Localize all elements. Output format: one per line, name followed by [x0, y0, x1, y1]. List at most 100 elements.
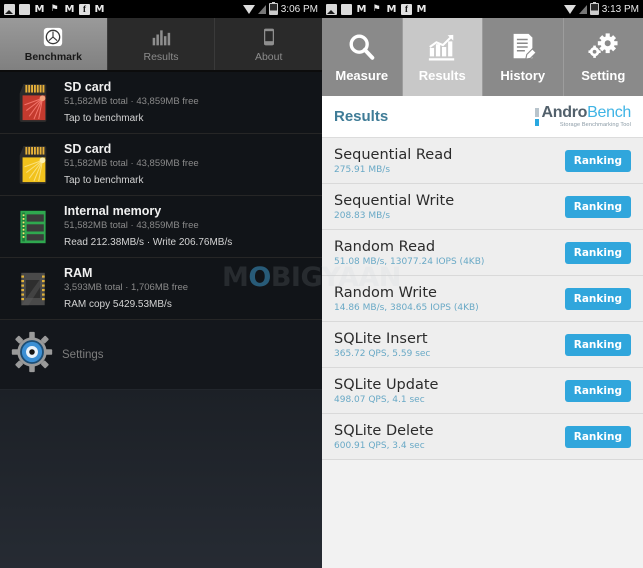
result-info: Sequential Read 275.91 MB/s	[334, 147, 452, 175]
list-item-action: Tap to benchmark	[64, 175, 144, 186]
list-item-action: Read 212.38MB/s · Write 206.76MB/s	[64, 237, 233, 248]
facebook-icon: f	[79, 3, 90, 15]
table-row: Random Write 14.86 MB/s, 3804.65 IOPS (4…	[322, 276, 643, 322]
m-icon: M	[386, 3, 397, 15]
table-row: Random Read 51.08 MB/s, 13077.24 IOPS (4…	[322, 230, 643, 276]
ranking-button[interactable]: Ranking	[564, 287, 631, 310]
logo-andro: Andro	[541, 103, 588, 121]
signal-icon	[257, 4, 266, 14]
right-phone-panel: M ⚑ M f M 3:13 PM Measure Results Histor…	[322, 0, 643, 568]
right-status-icons: M ⚑ M f M	[326, 3, 564, 15]
result-value: 498.07 QPS, 4.1 sec	[334, 394, 425, 405]
ranking-button[interactable]: Ranking	[564, 333, 631, 356]
left-status-indicators: 3:06 PM	[242, 2, 318, 15]
tab-benchmark-label: Benchmark	[24, 50, 82, 63]
ranking-button[interactable]: Ranking	[564, 241, 631, 264]
logo-bar-blue	[534, 118, 539, 126]
chart-growth-icon	[425, 31, 459, 63]
status-time: 3:06 PM	[280, 3, 318, 15]
nav-item-history-label: History	[500, 68, 546, 83]
result-value: 51.08 MB/s, 13077.24 IOPS (4KB)	[334, 256, 485, 267]
list-item-text: SD card 51,582MB total · 43,859MB free T…	[64, 142, 199, 187]
wifi-icon	[563, 4, 576, 14]
list-item[interactable]: Internal memory 51,582MB total · 43,859M…	[0, 196, 322, 258]
table-row: Sequential Read 275.91 MB/s Ranking	[322, 138, 643, 184]
flag-icon: ⚑	[50, 3, 59, 14]
table-row: SQLite Update 498.07 QPS, 4.1 sec Rankin…	[322, 368, 643, 414]
m-icon: M	[34, 3, 45, 15]
gear-eye-icon	[10, 330, 54, 379]
list-item-subtitle: 51,582MB total · 43,859MB free	[64, 158, 199, 169]
list-item-title: RAM	[64, 266, 93, 280]
bar-chart-icon	[150, 26, 172, 48]
sdcard-red-icon	[10, 79, 56, 127]
tab-results[interactable]: Results	[107, 18, 216, 70]
result-info: SQLite Delete 600.91 QPS, 3.4 sec	[334, 423, 434, 451]
left-tab-bar: Benchmark Results About	[0, 18, 323, 72]
ranking-button[interactable]: Ranking	[564, 195, 631, 218]
result-info: Random Write 14.86 MB/s, 3804.65 IOPS (4…	[334, 285, 479, 313]
result-info: SQLite Insert 365.72 QPS, 5.59 sec	[334, 331, 430, 359]
list-item-text: RAM 3,593MB total · 1,706MB free RAM cop…	[64, 266, 188, 311]
phone-icon	[258, 26, 280, 48]
ranking-button[interactable]: Ranking	[564, 379, 631, 402]
list-item[interactable]: RAM 3,593MB total · 1,706MB free RAM cop…	[0, 258, 322, 320]
document-pen-icon	[506, 31, 540, 63]
table-row: SQLite Insert 365.72 QPS, 5.59 sec Ranki…	[322, 322, 643, 368]
blank-square-icon	[341, 3, 352, 15]
settings-label: Settings	[62, 348, 104, 361]
nav-item-history[interactable]: History	[483, 18, 564, 96]
dual-phone-screenshot: M ⚑ M f M 3:06 PM Benchmark Results Abou…	[0, 0, 643, 568]
results-list: Sequential Read 275.91 MB/s Ranking Sequ…	[322, 138, 643, 568]
table-row: SQLite Delete 600.91 QPS, 3.4 sec Rankin…	[322, 414, 643, 460]
wifi-icon	[242, 4, 255, 14]
list-item-title: SD card	[64, 80, 112, 94]
left-status-icons: M ⚑ M f M	[4, 3, 243, 15]
result-name: Sequential Write	[334, 192, 455, 209]
list-item[interactable]: SD card 51,582MB total · 43,859MB free T…	[0, 72, 322, 134]
gauge-icon	[42, 26, 64, 48]
ranking-button[interactable]: Ranking	[564, 425, 631, 448]
result-value: 600.91 QPS, 3.4 sec	[334, 440, 425, 451]
ram-chip-icon	[10, 265, 56, 313]
nav-item-setting[interactable]: Setting	[563, 18, 643, 96]
ranking-button[interactable]: Ranking	[564, 149, 631, 172]
battery-icon	[589, 2, 599, 15]
result-info: Sequential Write 208.83 MB/s	[334, 193, 454, 221]
result-value: 208.83 MB/s	[334, 210, 391, 221]
nav-item-measure-label: Measure	[335, 68, 389, 83]
tab-about-label: About	[254, 50, 283, 63]
right-nav-bar: Measure Results History Setting	[322, 18, 643, 96]
logo-tagline: Storage Benchmarking Tool	[559, 121, 631, 128]
settings-row[interactable]: Settings	[0, 320, 322, 390]
m-icon: M	[416, 3, 427, 15]
list-item-text: Internal memory 51,582MB total · 43,859M…	[64, 204, 232, 249]
logo-bench: Bench	[587, 103, 631, 121]
list-item-text: SD card 51,582MB total · 43,859MB free T…	[64, 80, 199, 125]
list-item-subtitle: 3,593MB total · 1,706MB free	[64, 282, 189, 293]
list-item-action: RAM copy 5429.53MB/s	[64, 299, 172, 310]
signal-icon	[578, 4, 587, 14]
result-name: Sequential Read	[334, 146, 453, 163]
logo-bars-icon	[534, 107, 539, 126]
m-icon: M	[64, 3, 75, 15]
sdcard-yellow-icon	[10, 141, 56, 189]
tab-results-label: Results	[143, 50, 179, 63]
tab-about[interactable]: About	[215, 18, 323, 70]
result-name: Random Write	[334, 284, 437, 301]
magnifier-icon	[345, 31, 379, 63]
logo-text: AndroBench Storage Benchmarking Tool	[541, 103, 632, 129]
result-value: 275.91 MB/s	[334, 164, 391, 175]
right-status-bar: M ⚑ M f M 3:13 PM	[322, 0, 643, 18]
result-name: SQLite Insert	[334, 330, 428, 347]
memory-chip-green-icon	[10, 203, 56, 251]
nav-item-measure[interactable]: Measure	[322, 18, 403, 96]
page-title: Results	[334, 108, 389, 125]
tab-benchmark[interactable]: Benchmark	[0, 18, 108, 70]
facebook-icon: f	[401, 3, 412, 15]
nav-item-results[interactable]: Results	[402, 18, 483, 96]
result-name: SQLite Delete	[334, 422, 434, 439]
flag-icon: ⚑	[372, 3, 381, 14]
result-info: SQLite Update 498.07 QPS, 4.1 sec	[334, 377, 438, 405]
list-item[interactable]: SD card 51,582MB total · 43,859MB free T…	[0, 134, 322, 196]
